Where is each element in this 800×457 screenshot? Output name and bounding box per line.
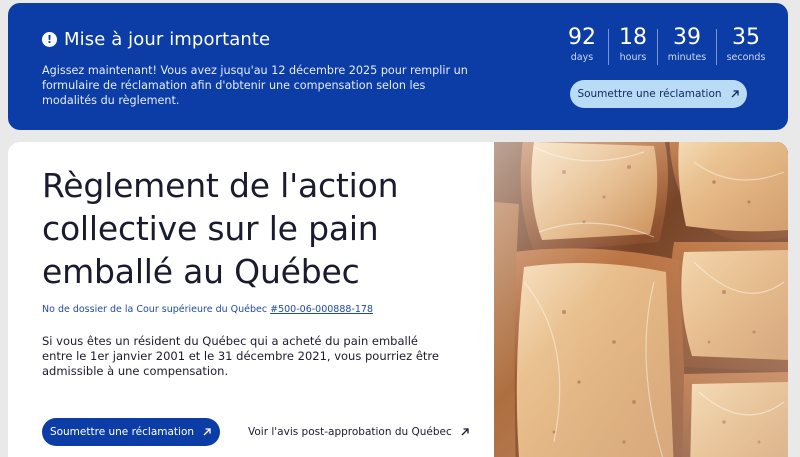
docket-prefix: No de dossier de la Cour supérieure du Q… [42, 304, 268, 315]
banner-submit-claim-button[interactable]: Soumettre une réclamation [570, 80, 747, 108]
post-approval-notice-label: Voir l'avis post-approbation du Québec [248, 426, 452, 438]
countdown-minutes: 39 minutes [658, 25, 716, 65]
banner-message: Agissez maintenant! Vous avez jusqu'au 1… [42, 64, 468, 107]
countdown-seconds: 35 seconds [717, 25, 775, 65]
submit-claim-label: Soumettre une réclamation [49, 426, 195, 438]
court-docket: No de dossier de la Cour supérieure du Q… [42, 304, 373, 315]
hero-card: Règlement de l'action collective sur le … [8, 142, 788, 457]
banner-submit-claim-label: Soumettre une réclamation [577, 88, 722, 100]
post-approval-notice-link[interactable]: Voir l'avis post-approbation du Québec [248, 426, 470, 438]
countdown-seconds-value: 35 [732, 25, 760, 50]
countdown-days-value: 92 [568, 25, 596, 50]
countdown-minutes-label: minutes [667, 52, 707, 63]
banner-title: Mise à jour importante [64, 29, 271, 50]
countdown-hours-label: hours [619, 52, 647, 63]
countdown-minutes-value: 39 [673, 25, 701, 50]
exclamation-circle-icon: ! [42, 32, 57, 47]
banner-title-row: ! Mise à jour importante [42, 29, 270, 50]
arrow-up-right-icon [730, 89, 740, 99]
countdown-days-label: days [570, 52, 594, 63]
update-banner: ! Mise à jour importante Agissez mainten… [8, 3, 788, 130]
docket-number-link[interactable]: #500-06-000888-178 [270, 304, 373, 315]
countdown-hours: 18 hours [609, 25, 657, 65]
wrapped-bread-photo [494, 142, 788, 457]
page-title: Règlement de l'action collective sur le … [42, 166, 399, 291]
countdown-hours-value: 18 [619, 25, 647, 50]
countdown-timer: 92 days 18 hours 39 minutes 35 seconds [556, 25, 775, 65]
arrow-up-right-icon [460, 427, 470, 437]
submit-claim-button[interactable]: Soumettre une réclamation [42, 418, 220, 446]
arrow-up-right-icon [202, 427, 212, 437]
countdown-days: 92 days [556, 25, 608, 65]
eligibility-description: Si vous êtes un résident du Québec qui a… [42, 334, 439, 378]
countdown-seconds-label: seconds [726, 52, 766, 63]
